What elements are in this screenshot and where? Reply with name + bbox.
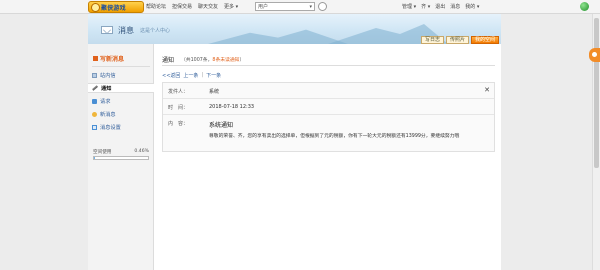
news-icon: [92, 111, 97, 117]
inbox-icon: [92, 72, 97, 78]
space-usage-fill: [94, 157, 95, 159]
link-manage[interactable]: 管理 ▾: [402, 3, 416, 10]
search-icon[interactable]: [318, 2, 327, 11]
page-title: 消息: [118, 26, 134, 35]
logo-mascot-icon: [91, 3, 100, 12]
link-messages[interactable]: 消息: [450, 3, 460, 10]
prev-link[interactable]: 上一条: [183, 72, 198, 79]
sidebar-item-label: 新消息: [100, 111, 116, 118]
next-link[interactable]: 下一条: [206, 72, 221, 79]
top-nav: 帮助论坛 担保交易 聊天交友 更多 ▾: [146, 3, 238, 10]
top-bar: 聚侠游戏 帮助论坛 担保交易 聊天交友 更多 ▾ 用户 ▾ 管理 ▾ 齐 ▾ 退…: [0, 0, 600, 14]
top-right-links: 管理 ▾ 齐 ▾ 退出 消息 我的 ▾: [402, 3, 479, 10]
upload-photo-label: 传照片: [449, 36, 465, 43]
link-mine[interactable]: 我的 ▾: [465, 3, 479, 10]
nav-link-trade[interactable]: 担保交易: [172, 3, 192, 10]
notice-count: （共1007条，8条未读通知）: [181, 56, 244, 63]
link-logout[interactable]: 退出: [435, 3, 445, 10]
sidebar-item-request[interactable]: 请求: [88, 96, 154, 106]
sidebar-item-label: 请求: [100, 98, 111, 105]
time-value: 2018-07-18 12:33: [209, 104, 255, 110]
my-space-button[interactable]: 我的空间: [470, 36, 499, 44]
count-suffix: ）: [239, 58, 245, 63]
sidebar-item-settings[interactable]: 消息设置: [88, 122, 154, 132]
sidebar-item-label: 通知: [101, 85, 112, 92]
scrollbar-thumb[interactable]: [594, 18, 599, 168]
sidebar-item-inbox[interactable]: 站内信: [88, 70, 154, 80]
pager-separator: |: [201, 72, 204, 78]
sidebar-divider: [92, 66, 150, 67]
envelope-icon: [101, 26, 113, 34]
sidebar-item-label: 站内信: [100, 72, 116, 79]
back-link[interactable]: <<返回: [162, 72, 180, 79]
count-prefix: （共1007条，: [181, 58, 213, 63]
sidebar-item-label: 消息设置: [100, 124, 121, 131]
compose-button[interactable]: 写新消息: [93, 54, 124, 63]
settings-icon: [92, 124, 97, 130]
space-usage-bar: [93, 156, 149, 160]
logo-text: 聚侠游戏: [101, 5, 126, 12]
sender-label: 发件人：: [168, 89, 189, 95]
nav-link-forum[interactable]: 帮助论坛: [146, 3, 166, 10]
request-icon: [92, 98, 97, 104]
nav-link-chat[interactable]: 聊天交友: [198, 3, 218, 10]
write-blog-label: 写日志: [424, 36, 440, 43]
content-title: 系统通知: [209, 122, 234, 129]
section-divider: [162, 65, 495, 66]
message-detail: 发件人： 系统 ✕ 时 间： 2018-07-18 12:33 内 容： 系统通…: [162, 82, 495, 152]
my-space-label: 我的空间: [474, 36, 495, 43]
sender-row: 发件人： 系统 ✕: [163, 83, 494, 99]
feedback-tab-icon[interactable]: [589, 48, 600, 62]
globe-icon[interactable]: [580, 2, 589, 11]
time-row: 时 间： 2018-07-18 12:33: [163, 99, 494, 115]
sender-value: 系统: [209, 89, 220, 95]
content-label: 内 容：: [168, 121, 189, 127]
section-title: 通知: [162, 57, 175, 64]
link-user[interactable]: 齐 ▾: [421, 3, 430, 10]
site-logo[interactable]: 聚侠游戏: [88, 1, 144, 13]
unread-count[interactable]: 8条未读通知: [212, 58, 239, 63]
upload-photo-button[interactable]: 传照片: [445, 36, 469, 44]
space-usage: 空间使用 0.46%: [93, 149, 149, 160]
message-pager: <<返回 上一条 | 下一条: [162, 72, 221, 79]
chevron-down-icon: ▾: [309, 4, 312, 10]
search-type-value: 用户: [258, 4, 269, 10]
write-blog-button[interactable]: 写日志: [420, 36, 444, 44]
sidebar: 写新消息 站内信 通知 请求 新消息 消息设置 空间使用 0.46%: [88, 44, 154, 270]
compose-icon: [93, 56, 98, 61]
sidebar-item-news[interactable]: 新消息: [88, 109, 154, 119]
main-content: 通知 （共1007条，8条未读通知） <<返回 上一条 | 下一条 发件人： 系…: [154, 44, 501, 270]
banner-actions: 写日志 传照片 我的空间: [420, 36, 499, 44]
pencil-icon: [92, 85, 98, 91]
time-label: 时 间：: [168, 105, 189, 111]
close-icon[interactable]: ✕: [484, 86, 490, 94]
sidebar-item-notice[interactable]: 通知: [88, 83, 154, 93]
page-subtitle: 这是个人中心: [140, 28, 171, 34]
search-type-select[interactable]: 用户 ▾: [255, 2, 315, 11]
content-body: 尊敬的荣誉、齐，您的享有卖出的选择单，但根据到了元的税额，你有下一轮大元的税额还…: [209, 134, 460, 139]
nav-link-more[interactable]: 更多 ▾: [224, 3, 238, 10]
banner-mountain-art: [208, 29, 348, 44]
space-usage-percent: 0.46%: [134, 149, 149, 154]
space-usage-label: 空间使用: [93, 150, 112, 155]
compose-label: 写新消息: [100, 56, 125, 63]
page-banner: 消息 这是个人中心 写日志 传照片 我的空间: [88, 14, 501, 44]
